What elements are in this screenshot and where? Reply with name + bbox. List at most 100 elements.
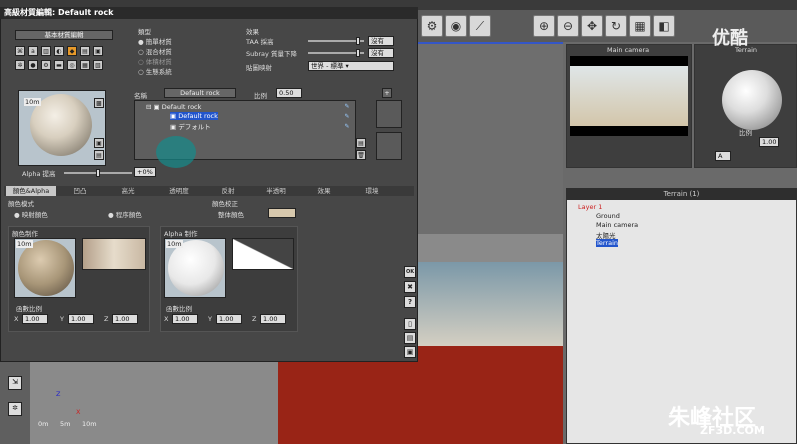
tab-effect[interactable]: 效果 <box>302 186 346 196</box>
tool-icon-text[interactable]: a <box>28 46 38 56</box>
taa-value[interactable]: 沒有 <box>368 36 394 46</box>
terrain-scale-field[interactable]: 1.00 <box>759 137 779 147</box>
color-scale-y[interactable]: 1.00 <box>68 314 94 324</box>
rotate-tool-icon[interactable]: ✲ <box>8 402 22 416</box>
tool-icon-k[interactable]: ◎ <box>67 60 77 70</box>
tool-icon-2[interactable]: ◉ <box>445 15 467 37</box>
ruler-10: 10m <box>82 420 97 428</box>
tool-icon-m[interactable]: ▧ <box>93 60 103 70</box>
watermark-zf3d: ZF3D.COM <box>700 424 765 437</box>
mapping-label: 貼圖映射 <box>246 64 272 72</box>
color-scale-label: 函數比例 <box>16 305 42 313</box>
mapping-select[interactable]: 世界 - 標準 ▾ <box>308 61 394 71</box>
zoom-out-icon[interactable]: ⊖ <box>557 15 579 37</box>
cursor-highlight <box>156 136 196 168</box>
subray-slider-knob[interactable] <box>356 49 360 57</box>
tab-transparency[interactable]: 透明度 <box>154 186 204 196</box>
color-gradient-map[interactable] <box>82 238 146 270</box>
viewport-side[interactable]: Z X 0m 5m 10m <box>30 362 278 444</box>
alpha-x-label: X <box>164 315 169 323</box>
layer-child[interactable]: ▣ デフォルト <box>170 121 211 131</box>
viewport-top[interactable] <box>415 42 563 234</box>
camera-icon[interactable]: ◧ <box>653 15 675 37</box>
alpha-scale-y[interactable]: 1.00 <box>216 314 242 324</box>
tool-icon-i[interactable]: ⚙ <box>41 60 51 70</box>
tool-icon-3[interactable]: ⟋ <box>469 15 491 37</box>
taa-slider-knob[interactable] <box>356 37 360 45</box>
color-scale-x[interactable]: 1.00 <box>22 314 48 324</box>
color-preview-size[interactable]: 10m <box>16 240 33 248</box>
tool-icon-e[interactable]: ▤ <box>80 46 90 56</box>
tab-highlight[interactable]: 高光 <box>106 186 150 196</box>
alpha-scale-z[interactable]: 1.00 <box>260 314 286 324</box>
tree-terrain[interactable]: Terrain <box>596 239 619 247</box>
tool-icon-l[interactable]: ▦ <box>80 60 90 70</box>
preview-paste-icon[interactable]: ▤ <box>94 150 104 160</box>
layer-root[interactable]: ⊟ ▣ Default rock <box>146 103 201 111</box>
tool-icon-a[interactable]: ⌘ <box>15 46 25 56</box>
overall-color-swatch[interactable] <box>268 208 296 218</box>
tool-icon-j[interactable]: ▬ <box>54 60 64 70</box>
tool-icon-1[interactable]: ⚙ <box>421 15 443 37</box>
tree-main-camera[interactable]: Main camera <box>596 221 638 229</box>
save-icon[interactable]: ▣ <box>404 346 416 358</box>
load-icon[interactable]: ▤ <box>404 332 416 344</box>
alpha-preview-size[interactable]: 10m <box>166 240 183 248</box>
name-label: 名稱 <box>134 92 147 100</box>
zoom-in-icon[interactable]: ⊕ <box>533 15 555 37</box>
alpha-gradient-map[interactable] <box>232 238 294 270</box>
tool-icon-c[interactable]: ◐ <box>54 46 64 56</box>
move-tool-icon[interactable]: ⇲ <box>8 376 22 390</box>
ok-button[interactable]: OK <box>404 266 416 278</box>
preview-copy-icon[interactable]: ▣ <box>94 138 104 148</box>
tool-icon-d[interactable]: ◆ <box>67 46 77 56</box>
render-icon[interactable]: ▦ <box>629 15 651 37</box>
terrain-combo[interactable]: A <box>715 151 731 161</box>
tool-icon-b[interactable]: ▥ <box>41 46 51 56</box>
basic-editor-button[interactable]: 基本材質編輯 <box>15 30 113 40</box>
layer-edit-icon-2[interactable]: ✎ <box>342 112 352 122</box>
color-y-label: Y <box>60 315 64 323</box>
alpha-scale-x[interactable]: 1.00 <box>172 314 198 324</box>
ruler-0: 0m <box>38 420 49 428</box>
add-layer-button[interactable]: + <box>382 88 392 98</box>
tab-environment[interactable]: 環境 <box>350 186 394 196</box>
tool-icon-g[interactable]: ✲ <box>15 60 25 70</box>
layer-child-selected[interactable]: ▣ Default rock <box>170 112 218 120</box>
type-mixed[interactable]: ○ 混合材質 <box>138 46 172 56</box>
scale-field[interactable]: 0.50 <box>276 88 302 98</box>
type-simple[interactable]: ● 簡單材質 <box>138 36 172 46</box>
layer-delete-icon[interactable]: 🗑 <box>356 150 366 160</box>
layer-edit-icon-3[interactable]: ✎ <box>342 122 352 132</box>
tool-icon-h[interactable]: ● <box>28 60 38 70</box>
color-prod-label: 顏色制作 <box>12 230 38 238</box>
tab-translucent[interactable]: 半透明 <box>254 186 298 196</box>
tree-ground[interactable]: Ground <box>596 212 620 220</box>
subray-value[interactable]: 沒有 <box>368 48 394 58</box>
color-scale-z[interactable]: 1.00 <box>112 314 138 324</box>
preview-options-icon[interactable]: ▩ <box>94 98 104 108</box>
rotate-icon[interactable]: ↻ <box>605 15 627 37</box>
left-toolbar: ⇲ ✲ <box>0 362 30 444</box>
preview-size[interactable]: 10m <box>24 98 41 106</box>
tab-color-alpha[interactable]: 顏色&Alpha <box>6 186 56 196</box>
tool-icon-f[interactable]: ▣ <box>93 46 103 56</box>
layer-edit-icon-1[interactable]: ✎ <box>342 102 352 112</box>
alpha-y-label: Y <box>208 315 212 323</box>
layer-paste-icon[interactable]: ▤ <box>356 138 366 148</box>
tab-reflection[interactable]: 反射 <box>206 186 250 196</box>
help-button[interactable]: ? <box>404 296 416 308</box>
color-mode-mapped[interactable]: ● 映射顏色 <box>14 209 48 219</box>
document-icon[interactable]: ▯ <box>404 318 416 330</box>
color-mode-procedural[interactable]: ● 程序顏色 <box>108 209 142 219</box>
tree-layer-1[interactable]: Layer 1 <box>578 203 602 211</box>
tab-bump[interactable]: 凹凸 <box>58 186 102 196</box>
alpha-z-label: Z <box>252 315 257 323</box>
type-eco[interactable]: ○ 生態系統 <box>138 66 172 76</box>
pan-icon[interactable]: ✥ <box>581 15 603 37</box>
alpha-slider-knob[interactable] <box>96 169 100 177</box>
alpha-value[interactable]: +0% <box>134 167 156 177</box>
subray-label: Subray 質量下降 <box>246 50 297 58</box>
name-field[interactable]: Default rock <box>164 88 236 98</box>
cancel-button[interactable]: ✖ <box>404 281 416 293</box>
